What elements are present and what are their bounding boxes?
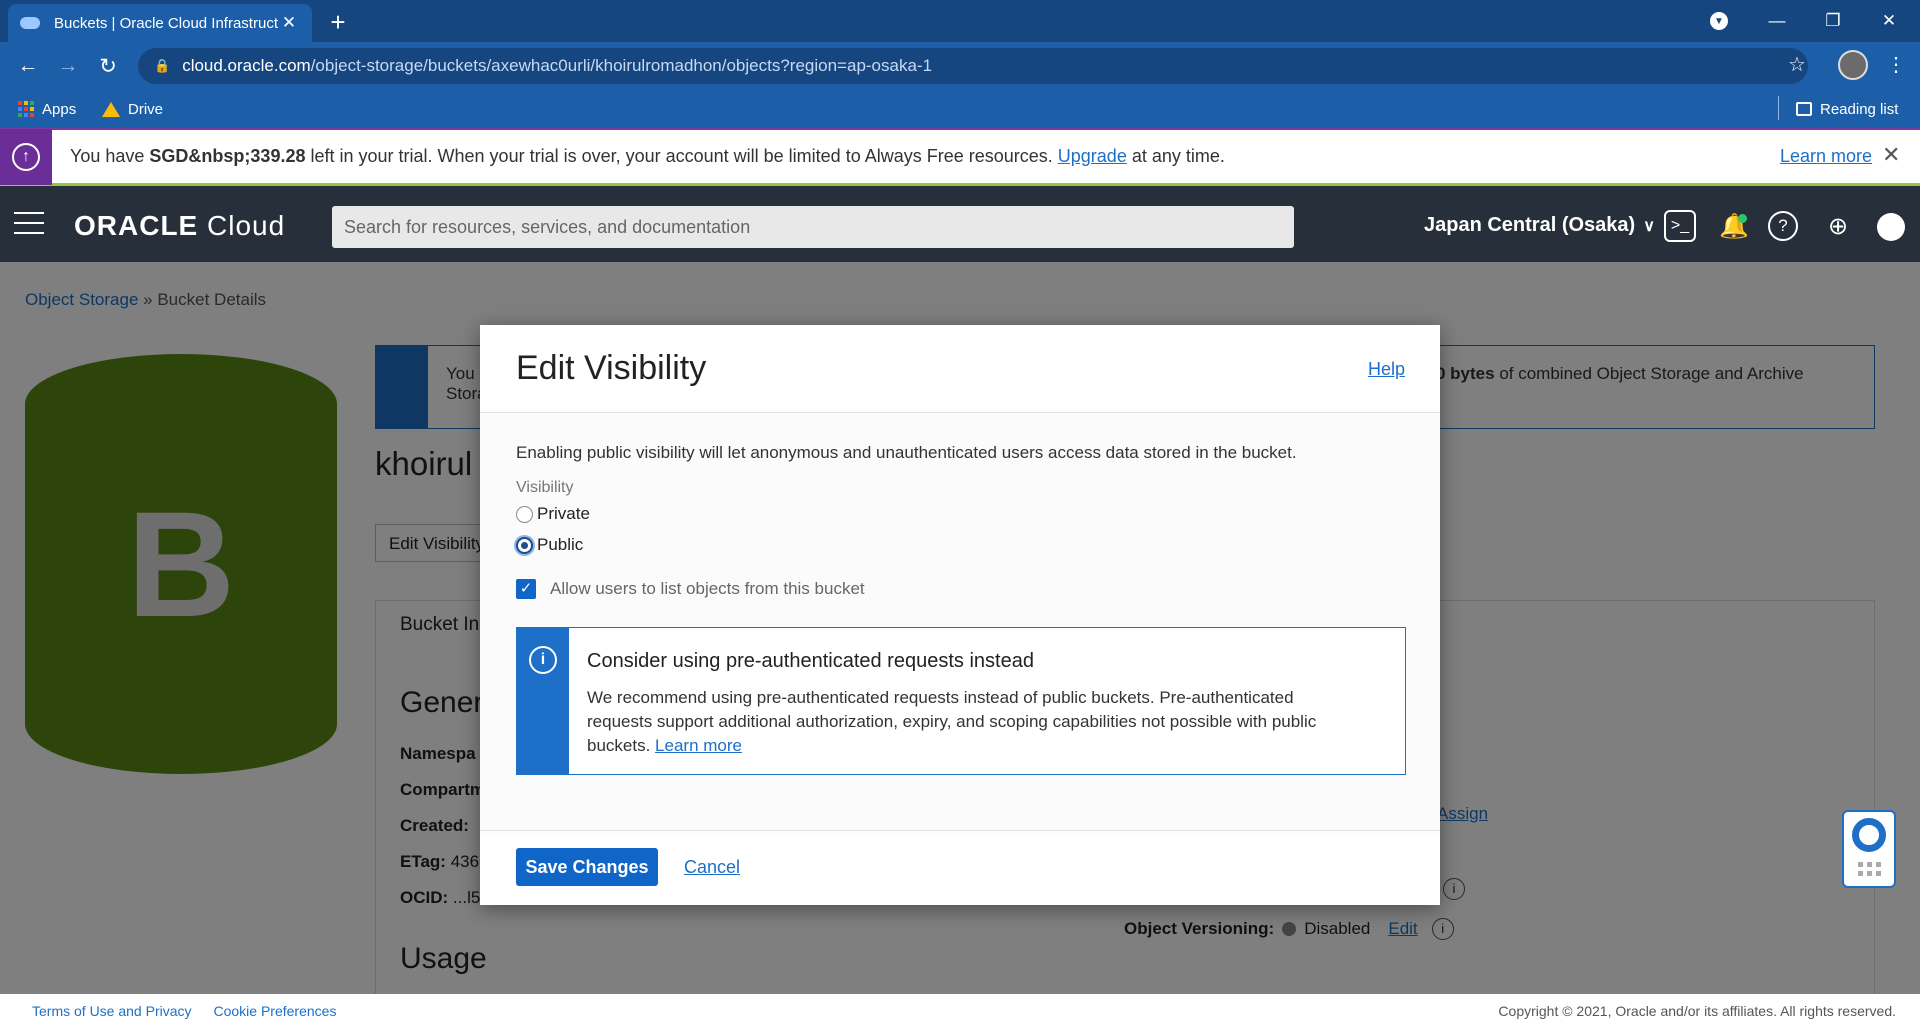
region-label: Japan Central (Osaka) <box>1424 214 1636 236</box>
new-tab-button[interactable]: + <box>322 6 354 38</box>
reading-list-icon <box>1796 102 1812 116</box>
pre-authenticated-info-box: i Consider using pre-authenticated reque… <box>516 627 1406 775</box>
trial-message: You have SGD&nbsp;339.28 left in your tr… <box>70 146 1225 167</box>
bookmark-apps-label: Apps <box>42 100 77 118</box>
allow-list-checkbox[interactable]: ✓ <box>516 579 536 599</box>
terms-link[interactable]: Terms of Use and Privacy <box>32 1003 192 1019</box>
bookmark-drive[interactable]: Drive <box>102 98 163 120</box>
oracle-cloud-logo[interactable]: ORACLE Cloud <box>74 210 285 242</box>
lock-icon: 🔒 <box>154 58 171 73</box>
info-learn-more-link[interactable]: Learn more <box>655 736 742 755</box>
profile-avatar[interactable] <box>1838 50 1868 80</box>
upload-arrow-icon: ↑ <box>12 142 40 171</box>
radio-private-button[interactable] <box>516 505 533 523</box>
notification-dot <box>1738 214 1747 223</box>
oracle-cloud-favicon-icon <box>20 17 40 29</box>
cloud-shell-icon[interactable]: >_ <box>1664 210 1696 242</box>
tab-title: Buckets | Oracle Cloud Infrastruct <box>54 14 278 32</box>
cookie-preferences-link[interactable]: Cookie Preferences <box>214 1003 337 1019</box>
info-circle-icon: i <box>529 646 557 674</box>
back-icon[interactable]: ← <box>12 50 44 82</box>
page-footer: Terms of Use and Privacy Cookie Preferen… <box>0 994 1920 1028</box>
allow-list-label: Allow users to list objects from this bu… <box>550 579 865 598</box>
bookmarks-bar <box>0 90 1920 128</box>
restore-icon[interactable]: ❐ <box>1810 0 1856 42</box>
info-text-line2: requests support additional authorizatio… <box>587 712 1317 731</box>
bookmark-drive-label: Drive <box>128 100 164 118</box>
info-box-title: Consider using pre-authenticated request… <box>587 650 1034 672</box>
url-path: /object-storage/buckets/axewhac0urli/kho… <box>310 56 933 75</box>
radio-private[interactable]: Private <box>516 504 590 524</box>
chevron-down-icon: ∨ <box>1643 217 1655 235</box>
copyright: Copyright © 2021, Oracle and/or its affi… <box>1498 1003 1896 1019</box>
drag-handle-icon[interactable] <box>1858 862 1881 876</box>
cancel-link[interactable]: Cancel <box>684 857 740 878</box>
logo-cloud-text: Cloud <box>207 210 286 241</box>
help-link[interactable]: Help <box>1368 359 1405 380</box>
help-icon[interactable]: ? <box>1768 211 1798 241</box>
dialog-title: Edit Visibility <box>516 349 707 387</box>
browser-menu-icon[interactable]: ⋮ <box>1886 52 1906 77</box>
region-selector[interactable]: Japan Central (Osaka) ∨ <box>1424 214 1655 237</box>
dialog-footer: Save Changes Cancel <box>480 830 1440 905</box>
minimize-icon[interactable]: — <box>1754 0 1800 42</box>
upgrade-banner-badge: ↑ <box>0 128 52 185</box>
forward-icon[interactable]: → <box>52 50 84 82</box>
radio-public-button[interactable] <box>516 536 533 554</box>
language-globe-icon[interactable]: ⊕ <box>1820 208 1856 244</box>
address-bar[interactable]: 🔒 cloud.oracle.com/object-storage/bucket… <box>138 48 1808 84</box>
bookmarks-divider <box>1778 96 1779 120</box>
radio-public-label: Public <box>537 535 584 554</box>
trial-amount: SGD&nbsp;339.28 <box>149 146 306 166</box>
user-profile-icon[interactable] <box>1877 213 1905 241</box>
radio-public[interactable]: Public <box>516 535 583 555</box>
visibility-label: Visibility <box>516 479 574 496</box>
tab-search-icon[interactable]: ▼ <box>1696 0 1742 42</box>
apps-grid-icon <box>18 101 34 117</box>
trial-text-middle: left in your trial. When your trial is o… <box>305 146 1058 166</box>
upgrade-link[interactable]: Upgrade <box>1058 146 1127 166</box>
reading-list-button[interactable]: Reading list <box>1796 98 1898 120</box>
info-text-line3: buckets. <box>587 736 656 755</box>
lifebuoy-icon <box>1852 818 1886 852</box>
trial-text-before: You have <box>70 146 150 166</box>
trial-banner: ↑ You have SGD&nbsp;339.28 left in your … <box>0 128 1920 186</box>
logo-oracle-text: ORACLE <box>74 210 199 241</box>
bookmark-star-icon[interactable]: ☆ <box>1788 52 1814 80</box>
support-widget[interactable] <box>1842 810 1896 888</box>
trial-text-after: at any time. <box>1126 146 1225 166</box>
dialog-header: Edit Visibility Help <box>480 325 1440 413</box>
reading-list-label: Reading list <box>1820 100 1899 118</box>
save-changes-button[interactable]: Save Changes <box>516 848 658 886</box>
notifications-bell-icon[interactable]: 🔔 <box>1716 208 1752 244</box>
radio-private-label: Private <box>537 504 590 523</box>
tab-close-icon[interactable]: ✕ <box>278 13 300 33</box>
info-text-line1: We recommend using pre-authenticated req… <box>587 688 1294 707</box>
dismiss-banner-icon[interactable]: ✕ <box>1882 142 1900 168</box>
browser-tab[interactable]: Buckets | Oracle Cloud Infrastruct ✕ <box>8 4 312 42</box>
trial-learn-more-link[interactable]: Learn more <box>1780 146 1872 167</box>
close-window-icon[interactable]: ✕ <box>1866 0 1912 42</box>
allow-list-checkbox-row[interactable]: ✓ Allow users to list objects from this … <box>516 579 865 599</box>
edit-visibility-dialog: Edit Visibility Help Enabling public vis… <box>480 325 1440 905</box>
search-input[interactable]: Search for resources, services, and docu… <box>332 206 1294 248</box>
hamburger-menu-icon[interactable] <box>14 212 44 234</box>
info-box-text: We recommend using pre-authenticated req… <box>587 686 1316 758</box>
url-host: cloud.oracle.com <box>182 56 311 75</box>
visibility-description: Enabling public visibility will let anon… <box>516 443 1297 462</box>
bookmark-apps[interactable]: Apps <box>18 98 76 120</box>
dialog-body: Enabling public visibility will let anon… <box>480 413 1440 833</box>
drive-icon <box>102 101 120 117</box>
reload-icon[interactable]: ↻ <box>92 50 124 82</box>
